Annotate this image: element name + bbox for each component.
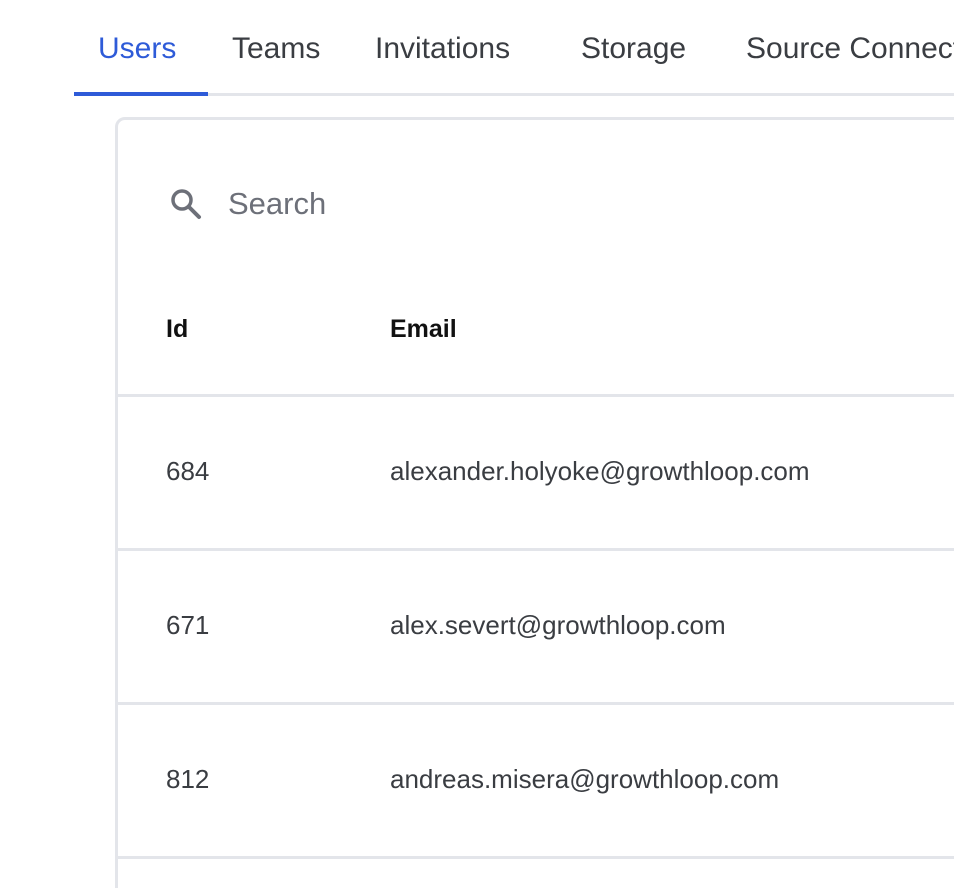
tab-invitations[interactable]: Invitations — [375, 0, 510, 96]
active-tab-indicator — [74, 92, 208, 96]
tab-storage[interactable]: Storage — [581, 0, 686, 96]
column-header-id[interactable]: Id — [166, 315, 188, 344]
cell-email: andreas.misera@growthloop.com — [390, 764, 780, 794]
column-header-email[interactable]: Email — [390, 315, 457, 344]
row-divider — [118, 548, 954, 551]
users-admin-page: Users Teams Invitations Storage Source C… — [0, 0, 954, 888]
cell-email: alexander.holyoke@growthloop.com — [390, 456, 810, 486]
cell-email: alex.severt@growthloop.com — [390, 610, 726, 640]
row-divider — [118, 394, 954, 397]
cell-id: 684 — [166, 456, 210, 486]
tab-teams[interactable]: Teams — [232, 0, 320, 96]
tab-source-connections[interactable]: Source Connections — [746, 0, 954, 96]
tab-users[interactable]: Users — [98, 0, 176, 96]
search-icon — [168, 186, 204, 222]
cell-id: 812 — [166, 764, 210, 794]
search-input[interactable] — [228, 180, 728, 228]
row-divider — [118, 856, 954, 859]
row-divider — [118, 702, 954, 705]
search-bar — [168, 180, 768, 230]
cell-id: 671 — [166, 610, 210, 640]
